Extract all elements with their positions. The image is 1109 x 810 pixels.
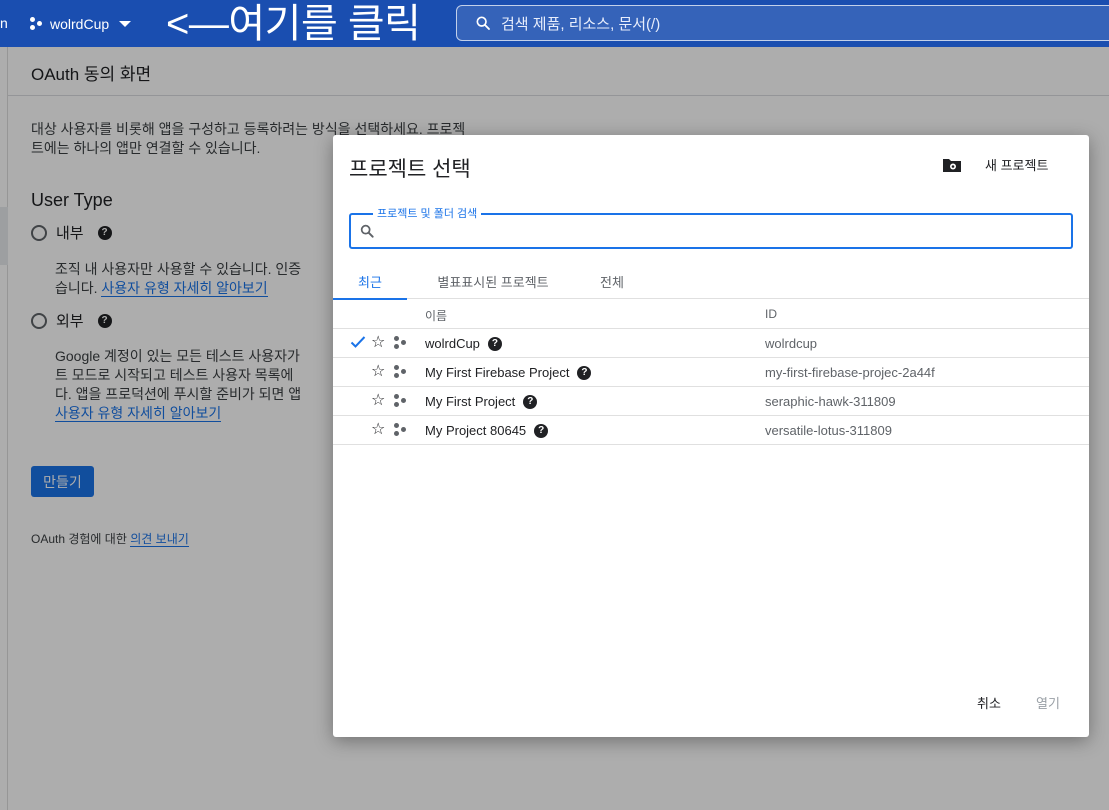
project-name: My Project 80645 bbox=[425, 423, 527, 438]
check-icon bbox=[350, 336, 366, 348]
project-search-label: 프로젝트 및 폴더 검색 bbox=[373, 205, 482, 221]
project-name: My First Firebase Project bbox=[425, 365, 570, 380]
help-icon[interactable]: ? bbox=[577, 365, 592, 380]
tab-recent[interactable]: 최근 bbox=[333, 263, 407, 300]
global-search-placeholder: 검색 제품, 리소스, 문서(/) bbox=[501, 15, 661, 33]
dropdown-caret-icon bbox=[119, 20, 132, 27]
dialog-title: 프로젝트 선택 bbox=[349, 158, 471, 181]
table-row[interactable]: ☆ My First Project? seraphic-hawk-311809 bbox=[333, 387, 1089, 416]
column-id-header: ID bbox=[765, 307, 777, 321]
project-dots-icon bbox=[30, 16, 44, 31]
star-icon[interactable]: ☆ bbox=[371, 392, 385, 410]
search-icon bbox=[476, 16, 490, 30]
tab-starred[interactable]: 별표표시된 프로젝트 bbox=[423, 263, 563, 299]
new-folder-icon bbox=[943, 158, 961, 172]
project-dots-icon bbox=[394, 423, 408, 437]
current-project-name: wolrdCup bbox=[50, 15, 110, 32]
star-icon[interactable]: ☆ bbox=[371, 334, 385, 352]
help-icon[interactable]: ? bbox=[534, 423, 549, 438]
project-select-dialog: 프로젝트 선택 새 프로젝트 프로젝트 및 폴더 검색 최근 별표표시된 프로젝… bbox=[333, 135, 1089, 737]
annotation-text: <—여기를 클릭 bbox=[166, 2, 421, 46]
project-name: wolrdCup bbox=[425, 336, 480, 351]
star-icon[interactable]: ☆ bbox=[371, 363, 385, 381]
project-name-cell[interactable]: My First Project? bbox=[425, 394, 538, 409]
project-id-cell: seraphic-hawk-311809 bbox=[765, 394, 896, 409]
project-id-cell: versatile-lotus-311809 bbox=[765, 423, 892, 438]
star-icon[interactable]: ☆ bbox=[371, 421, 385, 439]
project-id-cell: wolrdcup bbox=[765, 336, 818, 351]
table-header: 이름 ID bbox=[333, 299, 1089, 329]
column-name-header: 이름 bbox=[425, 309, 448, 323]
project-tabs: 최근 별표표시된 프로젝트 전체 bbox=[333, 263, 1089, 300]
help-icon[interactable]: ? bbox=[487, 336, 502, 351]
tab-all[interactable]: 전체 bbox=[589, 263, 635, 299]
top-bar: n wolrdCup <—여기를 클릭 검색 제품, 리소스, 문서(/) bbox=[0, 0, 1109, 47]
global-search-bar[interactable]: 검색 제품, 리소스, 문서(/) bbox=[456, 5, 1109, 41]
project-search-input[interactable]: 프로젝트 및 폴더 검색 bbox=[349, 205, 1073, 249]
project-name-cell[interactable]: wolrdCup? bbox=[425, 336, 502, 351]
cancel-button[interactable]: 취소 bbox=[977, 693, 1001, 712]
project-dots-icon bbox=[394, 394, 408, 408]
project-switcher[interactable]: wolrdCup bbox=[30, 0, 132, 47]
table-row[interactable]: ☆ wolrdCup? wolrdcup bbox=[333, 329, 1089, 358]
table-row[interactable]: ☆ My First Firebase Project? my-first-fi… bbox=[333, 358, 1089, 387]
project-name: My First Project bbox=[425, 394, 516, 409]
new-project-label: 새 프로젝트 bbox=[985, 158, 1049, 173]
project-dots-icon bbox=[394, 336, 408, 350]
table-row[interactable]: ☆ My Project 80645? versatile-lotus-3118… bbox=[333, 416, 1089, 445]
project-dots-icon bbox=[394, 365, 408, 379]
topbar-edge-text: n bbox=[0, 15, 8, 31]
open-button[interactable]: 열기 bbox=[1036, 693, 1060, 712]
project-name-cell[interactable]: My Project 80645? bbox=[425, 423, 549, 438]
project-name-cell[interactable]: My First Firebase Project? bbox=[425, 365, 592, 380]
new-project-button[interactable]: 새 프로젝트 bbox=[942, 155, 1048, 174]
project-id-cell: my-first-firebase-projec-2a44f bbox=[765, 365, 935, 380]
help-icon[interactable]: ? bbox=[523, 394, 538, 409]
search-icon bbox=[360, 224, 374, 238]
